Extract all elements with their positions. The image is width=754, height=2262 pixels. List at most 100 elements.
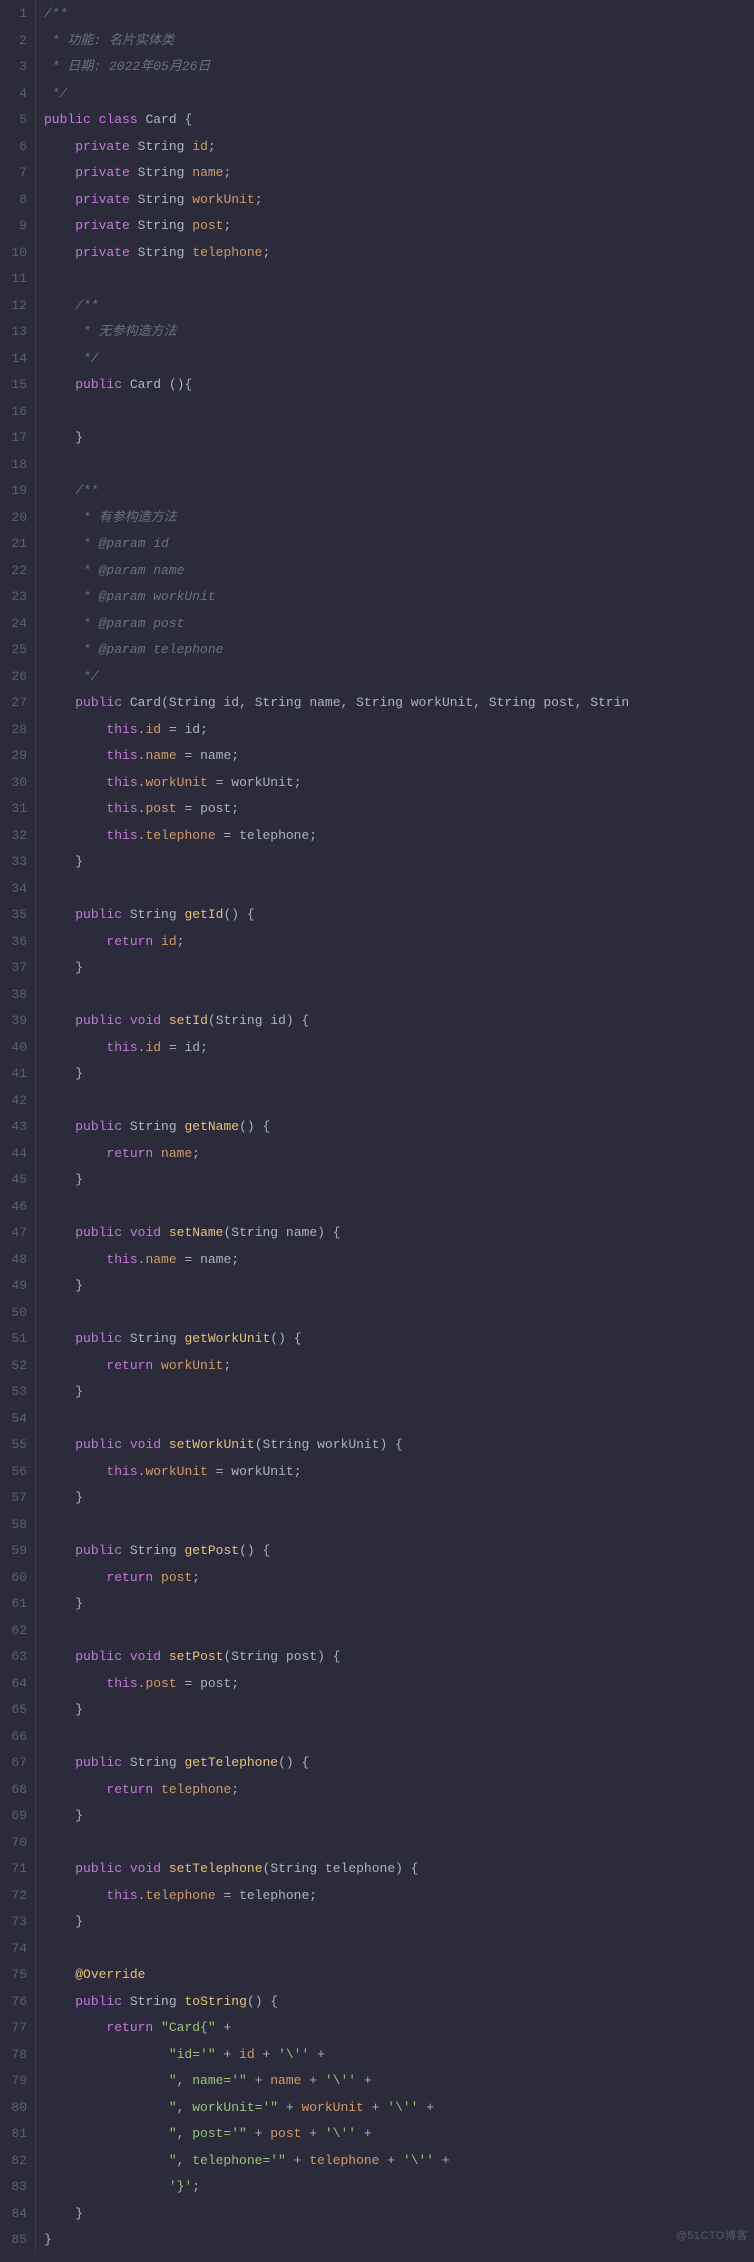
code-line[interactable]: this.workUnit = workUnit; bbox=[44, 770, 754, 797]
line-number: 3 bbox=[0, 54, 35, 81]
code-line[interactable]: public class Card { bbox=[44, 107, 754, 134]
code-line[interactable]: } bbox=[44, 955, 754, 982]
code-line[interactable]: return telephone; bbox=[44, 1777, 754, 1804]
code-line[interactable]: public String getWorkUnit() { bbox=[44, 1326, 754, 1353]
code-line[interactable] bbox=[44, 399, 754, 426]
code-line[interactable]: private String name; bbox=[44, 160, 754, 187]
code-line[interactable]: * @param id bbox=[44, 531, 754, 558]
code-line[interactable]: public void setName(String name) { bbox=[44, 1220, 754, 1247]
code-line[interactable]: /** bbox=[44, 478, 754, 505]
code-line[interactable]: this.telephone = telephone; bbox=[44, 1883, 754, 1910]
code-line[interactable]: this.post = post; bbox=[44, 1671, 754, 1698]
code-line[interactable]: * @param post bbox=[44, 611, 754, 638]
line-number: 73 bbox=[0, 1909, 35, 1936]
code-line[interactable]: return name; bbox=[44, 1141, 754, 1168]
code-line[interactable] bbox=[44, 1936, 754, 1963]
code-line[interactable]: } bbox=[44, 425, 754, 452]
code-line[interactable] bbox=[44, 1300, 754, 1327]
code-line[interactable]: ", telephone='" + telephone + '\'' + bbox=[44, 2148, 754, 2175]
code-line[interactable]: public void setPost(String post) { bbox=[44, 1644, 754, 1671]
code-line[interactable]: } bbox=[44, 1061, 754, 1088]
code-line[interactable]: this.name = name; bbox=[44, 1247, 754, 1274]
code-line[interactable]: /** bbox=[44, 1, 754, 28]
code-line[interactable]: * 有参构造方法 bbox=[44, 505, 754, 532]
line-number: 2 bbox=[0, 28, 35, 55]
code-line[interactable]: } bbox=[44, 1379, 754, 1406]
code-line[interactable]: /** bbox=[44, 293, 754, 320]
code-line[interactable]: public void setWorkUnit(String workUnit)… bbox=[44, 1432, 754, 1459]
line-number: 23 bbox=[0, 584, 35, 611]
code-line[interactable]: public void setId(String id) { bbox=[44, 1008, 754, 1035]
code-line[interactable]: private String telephone; bbox=[44, 240, 754, 267]
code-line[interactable] bbox=[44, 1830, 754, 1857]
code-line[interactable]: public String getId() { bbox=[44, 902, 754, 929]
code-line[interactable]: * 功能: 名片实体类 bbox=[44, 28, 754, 55]
code-line[interactable]: return workUnit; bbox=[44, 1353, 754, 1380]
code-line[interactable]: return id; bbox=[44, 929, 754, 956]
line-number: 35 bbox=[0, 902, 35, 929]
line-number: 29 bbox=[0, 743, 35, 770]
code-line[interactable] bbox=[44, 266, 754, 293]
code-line[interactable]: public String getName() { bbox=[44, 1114, 754, 1141]
code-line[interactable]: } bbox=[44, 849, 754, 876]
code-line[interactable]: * 无参构造方法 bbox=[44, 319, 754, 346]
code-line[interactable]: * @param workUnit bbox=[44, 584, 754, 611]
code-line[interactable] bbox=[44, 1512, 754, 1539]
line-number: 11 bbox=[0, 266, 35, 293]
code-line[interactable]: this.post = post; bbox=[44, 796, 754, 823]
code-line[interactable]: public String getPost() { bbox=[44, 1538, 754, 1565]
line-number: 63 bbox=[0, 1644, 35, 1671]
code-line[interactable]: this.workUnit = workUnit; bbox=[44, 1459, 754, 1486]
code-line[interactable]: } bbox=[44, 1167, 754, 1194]
code-line[interactable]: private String id; bbox=[44, 134, 754, 161]
code-line[interactable]: } bbox=[44, 1909, 754, 1936]
code-line[interactable]: this.name = name; bbox=[44, 743, 754, 770]
code-line[interactable]: * 日期: 2022年05月26日 bbox=[44, 54, 754, 81]
code-content[interactable]: /** * 功能: 名片实体类 * 日期: 2022年05月26日 */publ… bbox=[36, 0, 754, 2254]
code-line[interactable]: } bbox=[44, 2201, 754, 2228]
code-line[interactable] bbox=[44, 1194, 754, 1221]
code-line[interactable] bbox=[44, 876, 754, 903]
code-line[interactable]: this.id = id; bbox=[44, 1035, 754, 1062]
code-line[interactable]: private String workUnit; bbox=[44, 187, 754, 214]
code-line[interactable] bbox=[44, 1406, 754, 1433]
code-line[interactable]: return "Card{" + bbox=[44, 2015, 754, 2042]
watermark-text: @51CTO博客 bbox=[676, 2223, 748, 2250]
code-line[interactable]: } bbox=[44, 1485, 754, 1512]
code-line[interactable]: public Card (){ bbox=[44, 372, 754, 399]
code-line[interactable] bbox=[44, 982, 754, 1009]
code-line[interactable]: */ bbox=[44, 664, 754, 691]
code-line[interactable]: public void setTelephone(String telephon… bbox=[44, 1856, 754, 1883]
code-line[interactable]: } bbox=[44, 1591, 754, 1618]
code-line[interactable]: } bbox=[44, 1803, 754, 1830]
code-line[interactable]: "id='" + id + '\'' + bbox=[44, 2042, 754, 2069]
code-line[interactable] bbox=[44, 1088, 754, 1115]
code-line[interactable]: */ bbox=[44, 346, 754, 373]
line-number: 50 bbox=[0, 1300, 35, 1327]
code-line[interactable]: } bbox=[44, 1273, 754, 1300]
line-number: 12 bbox=[0, 293, 35, 320]
code-line[interactable]: public String getTelephone() { bbox=[44, 1750, 754, 1777]
code-line[interactable] bbox=[44, 1618, 754, 1645]
code-line[interactable] bbox=[44, 1724, 754, 1751]
code-line[interactable]: ", name='" + name + '\'' + bbox=[44, 2068, 754, 2095]
code-line[interactable]: this.id = id; bbox=[44, 717, 754, 744]
code-line[interactable]: @Override bbox=[44, 1962, 754, 1989]
code-line[interactable]: */ bbox=[44, 81, 754, 108]
code-line[interactable]: this.telephone = telephone; bbox=[44, 823, 754, 850]
code-line[interactable]: private String post; bbox=[44, 213, 754, 240]
line-number: 7 bbox=[0, 160, 35, 187]
code-line[interactable]: ", post='" + post + '\'' + bbox=[44, 2121, 754, 2148]
code-line[interactable]: * @param telephone bbox=[44, 637, 754, 664]
code-line[interactable]: * @param name bbox=[44, 558, 754, 585]
code-line[interactable]: } bbox=[44, 1697, 754, 1724]
code-line[interactable] bbox=[44, 452, 754, 479]
code-line[interactable]: public String toString() { bbox=[44, 1989, 754, 2016]
code-editor[interactable]: 1234567891011121314151617181920212223242… bbox=[0, 0, 754, 2254]
code-line[interactable]: return post; bbox=[44, 1565, 754, 1592]
code-line[interactable]: '}'; bbox=[44, 2174, 754, 2201]
line-number: 19 bbox=[0, 478, 35, 505]
code-line[interactable]: ", workUnit='" + workUnit + '\'' + bbox=[44, 2095, 754, 2122]
code-line[interactable]: public Card(String id, String name, Stri… bbox=[44, 690, 754, 717]
code-line[interactable]: } bbox=[44, 2227, 754, 2254]
